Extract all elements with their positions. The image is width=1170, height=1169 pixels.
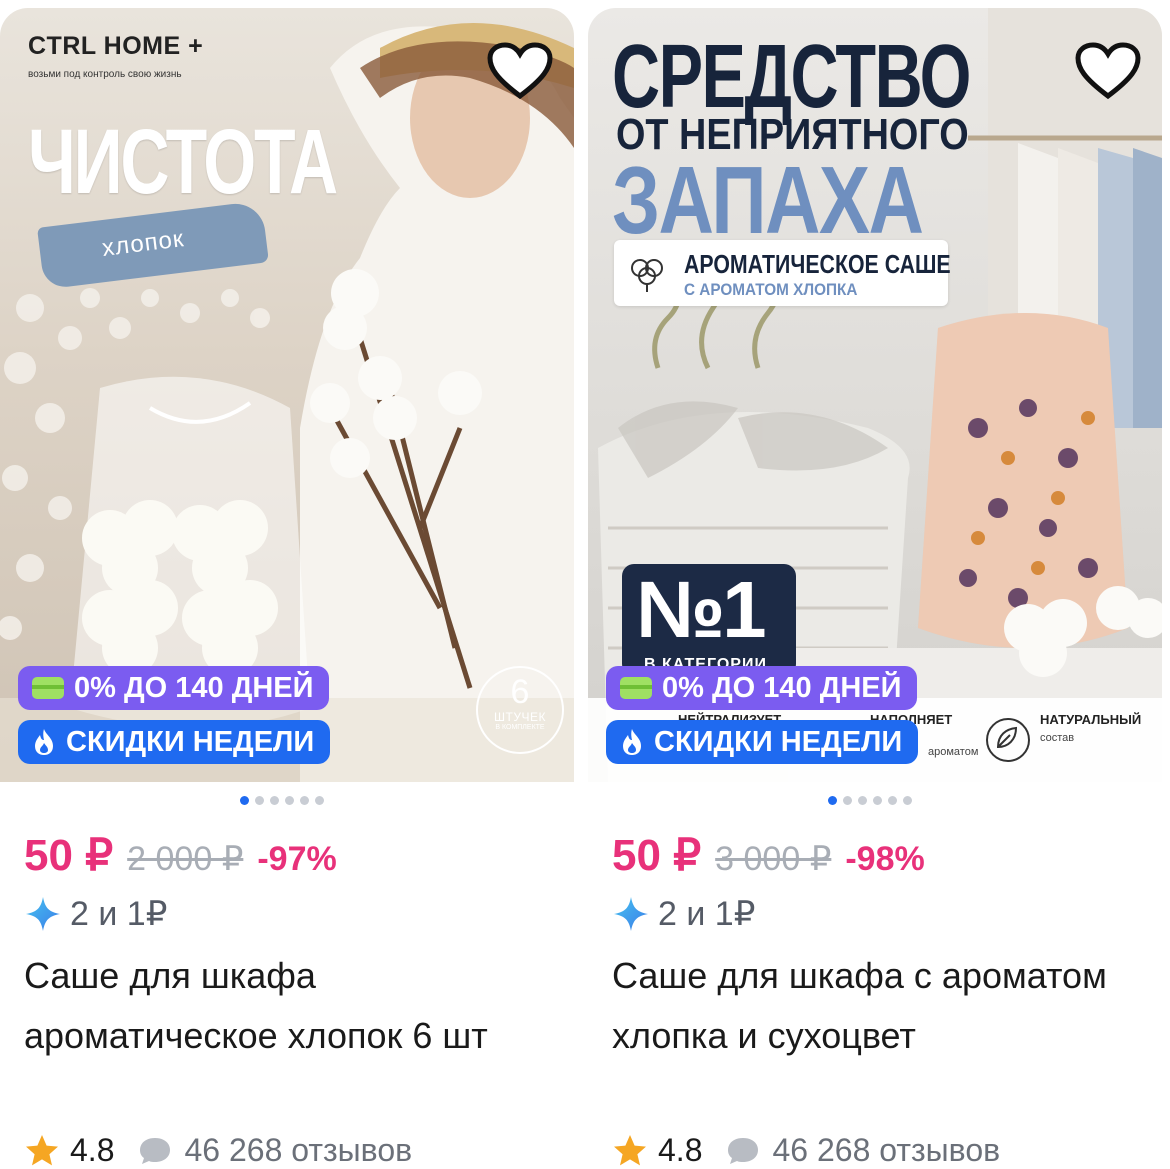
- product-title[interactable]: Саше для шкафа с ароматом хлопка и сухоц…: [612, 946, 1152, 1066]
- carousel-dot: [888, 796, 897, 805]
- comment-icon: [728, 1137, 759, 1164]
- product-title[interactable]: Саше для шкафа ароматическое хлопок 6 шт: [24, 946, 564, 1066]
- card-icon: [620, 677, 652, 699]
- rank-badge: №1 В КАТЕГОРИИ: [622, 564, 796, 676]
- price-row: 50 ₽ 3 000 ₽ -98%: [612, 830, 925, 881]
- aroma-label-subtitle: С АРОМАТОМ ХЛОПКА: [684, 280, 858, 299]
- carousel-dot: [270, 796, 279, 805]
- rating-row[interactable]: 4.8 46 268 отзывов: [612, 1132, 1000, 1169]
- discount-percent: -97%: [257, 840, 337, 878]
- carousel-dots: [240, 796, 324, 805]
- fire-icon: [623, 729, 641, 755]
- rating-row[interactable]: 4.8 46 268 отзывов: [24, 1132, 412, 1169]
- sale-badge[interactable]: СКИДКИ НЕДЕЛИ: [18, 720, 331, 764]
- discount-percent: -98%: [845, 840, 925, 878]
- favorite-heart-icon[interactable]: [1074, 42, 1142, 100]
- reviews-count: 46 268 отзывов: [772, 1132, 1001, 1168]
- sale-label: СКИДКИ НЕДЕЛИ: [654, 725, 903, 758]
- leaf-icon: [986, 718, 1030, 762]
- star-icon: [614, 1134, 646, 1165]
- carousel-dot: [843, 796, 852, 805]
- bundle-offer[interactable]: 2 и 1₽: [24, 894, 167, 934]
- current-price: 50 ₽: [24, 831, 114, 880]
- carousel-dots: [828, 796, 912, 805]
- carousel-dot: [240, 796, 249, 805]
- bundle-offer-label: 2 и 1₽: [70, 895, 168, 933]
- favorite-heart-icon[interactable]: [486, 42, 554, 100]
- old-price: 2 000 ₽: [127, 840, 244, 878]
- brand-name: CTRL HOME +: [28, 32, 204, 60]
- aroma-label-title: АРОМАТИЧЕСКОЕ САШЕ: [684, 249, 951, 279]
- pieces-count-badge: 6 ШТУЧЕК В КОМПЛЕКТЕ: [476, 666, 564, 754]
- reviews-count: 46 268 отзывов: [184, 1132, 413, 1168]
- rating-value: 4.8: [70, 1132, 115, 1168]
- bundle-offer-label: 2 и 1₽: [658, 895, 756, 933]
- carousel-dot: [873, 796, 882, 805]
- rank-number: №1: [636, 565, 767, 654]
- sparkle-icon: [614, 897, 648, 931]
- carousel-dot: [858, 796, 867, 805]
- product-image[interactable]: CTRL HOME + возьми под контроль свою жиз…: [0, 8, 574, 782]
- cotton-icon: [631, 259, 663, 292]
- price-row: 50 ₽ 2 000 ₽ -97%: [24, 830, 337, 881]
- carousel-dot: [903, 796, 912, 805]
- bundle-offer[interactable]: 2 и 1₽: [612, 894, 755, 934]
- old-price: 3 000 ₽: [715, 840, 832, 878]
- aroma-label-box: АРОМАТИЧЕСКОЕ САШЕ С АРОМАТОМ ХЛОПКА: [614, 240, 951, 306]
- installment-label: 0% ДО 140 ДНЕЙ: [74, 671, 314, 704]
- brand-tagline: возьми под контроль свою жизнь: [28, 69, 182, 80]
- star-icon: [26, 1134, 58, 1165]
- rating-value: 4.8: [658, 1132, 703, 1168]
- carousel-dot: [300, 796, 309, 805]
- installment-badge[interactable]: 0% ДО 140 ДНЕЙ: [18, 666, 330, 710]
- carousel-dot: [285, 796, 294, 805]
- current-price: 50 ₽: [612, 831, 702, 880]
- carousel-dot: [255, 796, 264, 805]
- pieces-count: 6: [510, 673, 530, 711]
- fire-icon: [35, 729, 53, 755]
- product-image[interactable]: СРЕДСТВО ОТ НЕПРИЯТНОГО ЗАПАХА АРОМАТИЧЕ…: [588, 8, 1162, 782]
- image-headline: ЧИСТОТА: [28, 111, 338, 213]
- installment-badge[interactable]: 0% ДО 140 ДНЕЙ: [606, 666, 918, 710]
- comment-icon: [140, 1137, 171, 1164]
- brand-logo: CTRL HOME + возьми под контроль свою жиз…: [28, 32, 203, 80]
- feature-natural: НАТУРАЛЬНЫЙ: [1040, 712, 1142, 727]
- pieces-note: В КОМПЛЕКТЕ: [495, 724, 545, 731]
- product-card[interactable]: СРЕДСТВО ОТ НЕПРИЯТНОГО ЗАПАХА АРОМАТИЧЕ…: [588, 8, 1162, 1168]
- sparkle-icon: [26, 897, 60, 931]
- feature-fills-sub: ароматом: [928, 746, 979, 758]
- carousel-dot: [828, 796, 837, 805]
- installment-label: 0% ДО 140 ДНЕЙ: [662, 671, 902, 704]
- carousel-dot: [315, 796, 324, 805]
- product-card[interactable]: CTRL HOME + возьми под контроль свою жиз…: [0, 8, 574, 1168]
- card-icon: [32, 677, 64, 699]
- feature-natural-sub: состав: [1040, 732, 1075, 744]
- sale-badge[interactable]: СКИДКИ НЕДЕЛИ: [606, 720, 919, 764]
- pieces-unit: ШТУЧЕК: [494, 710, 546, 724]
- sale-label: СКИДКИ НЕДЕЛИ: [66, 725, 315, 758]
